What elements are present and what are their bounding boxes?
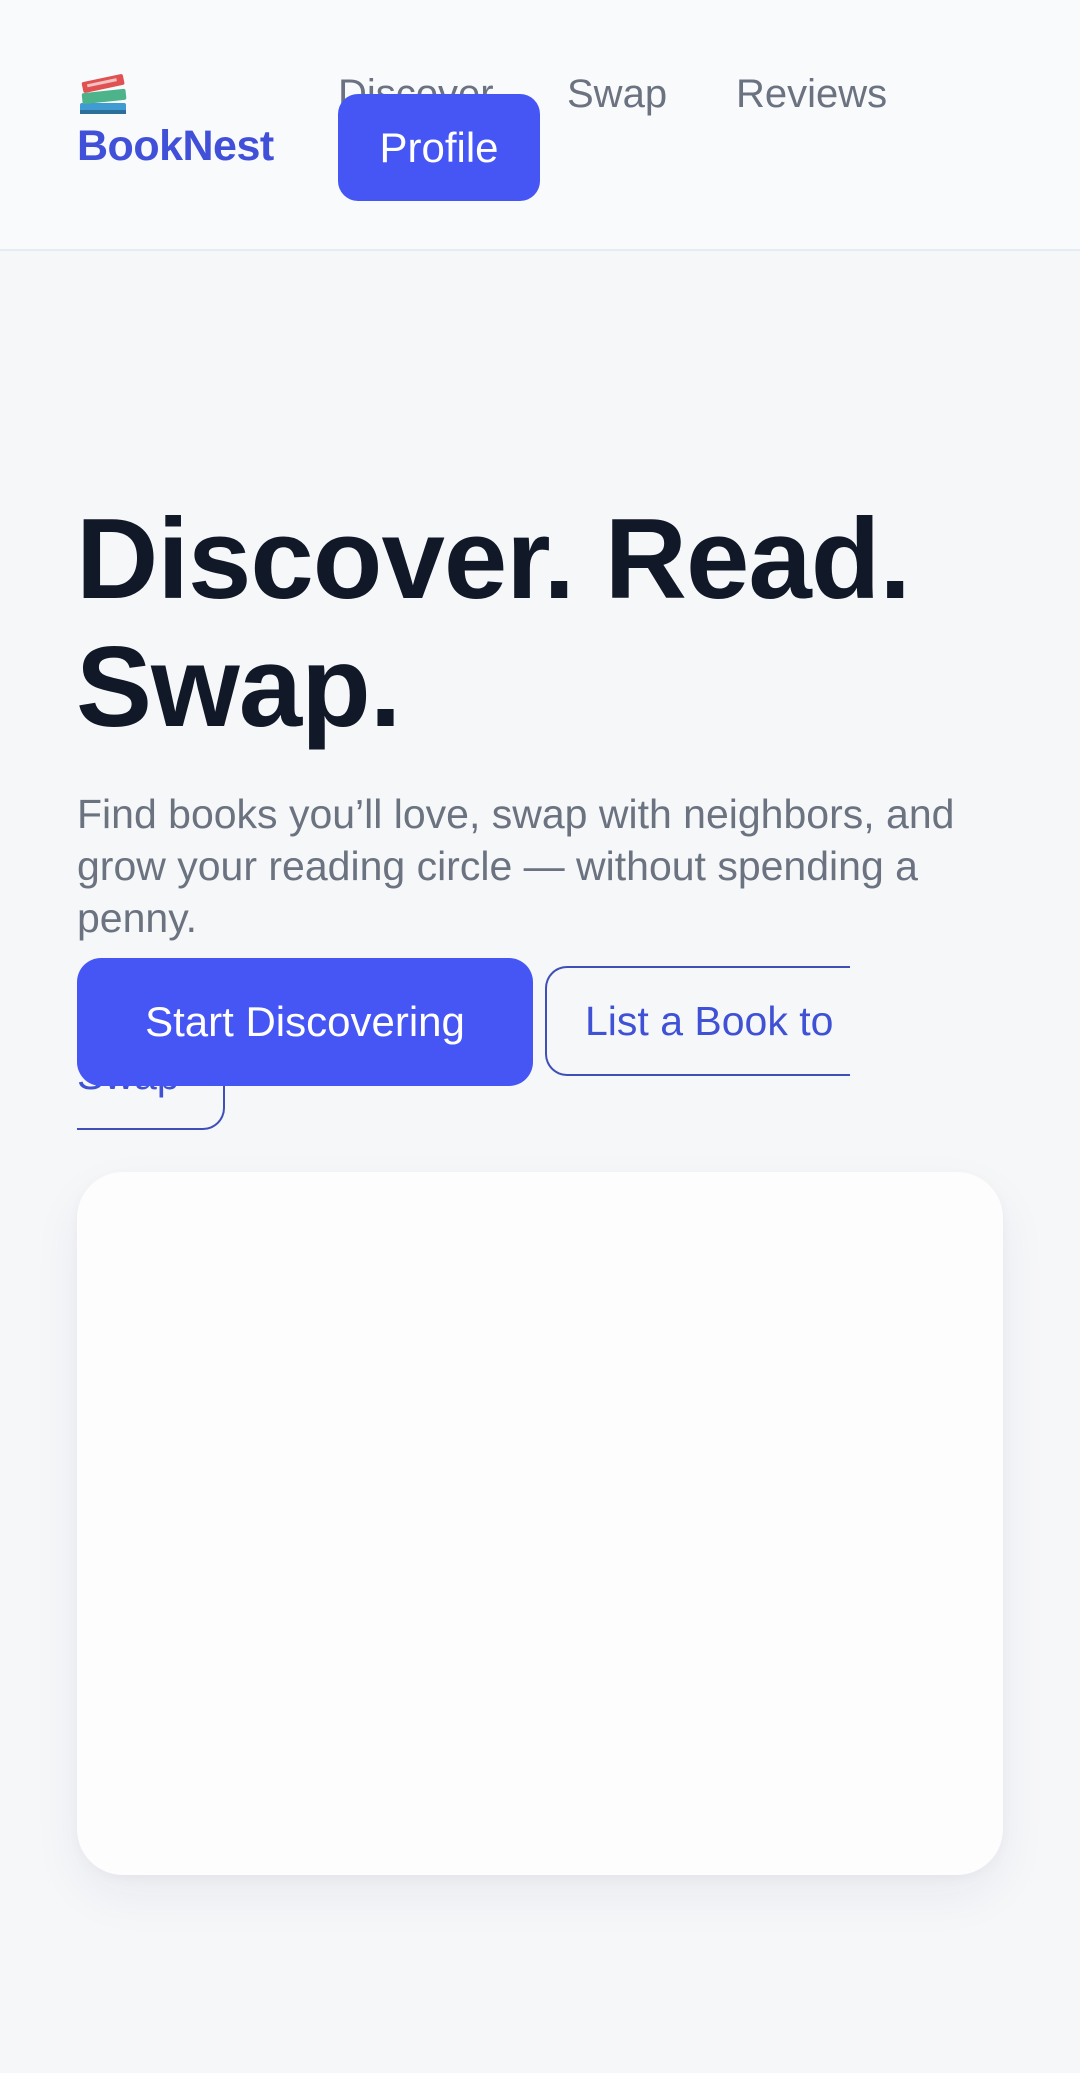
nav-link-swap[interactable]: Swap [567, 66, 667, 122]
profile-button[interactable]: Profile [338, 94, 540, 201]
site-header: BookNest Discover Swap Reviews Profile [0, 0, 1080, 251]
hero-subtitle: Find books you’ll love, swap with neighb… [77, 791, 955, 941]
hero-card [77, 1172, 1003, 1875]
hero-title: Discover. Read. Swap. [76, 496, 911, 751]
brand-logo-text[interactable]: BookNest [77, 118, 274, 174]
list-book-button[interactable]: List a Book to [545, 966, 850, 1076]
start-discovering-button[interactable]: Start Discovering [77, 958, 533, 1086]
books-icon[interactable] [77, 70, 131, 120]
nav-link-reviews[interactable]: Reviews [736, 66, 887, 122]
